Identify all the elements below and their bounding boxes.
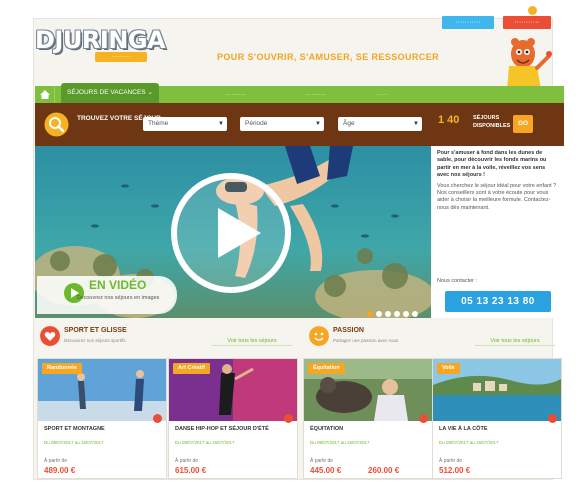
- carousel-dot[interactable]: [394, 311, 400, 317]
- hero-video[interactable]: EN VIDÉO Découvrez nos séjours en images: [35, 146, 431, 318]
- nav-item-3[interactable]: ··········: [305, 86, 327, 103]
- carousel-dots: [367, 311, 431, 317]
- search-bar: TROUVEZ VOTRE SÉJOUR Thème ▼ Période ▼ Â…: [35, 103, 564, 146]
- trip-card-dates: Du 09/07/2017 au 16/07/2017: [44, 440, 104, 445]
- trip-card[interactable]: Équitation ÉQUITATION Du 09/07/2017 au 1…: [303, 358, 433, 479]
- search-go-button[interactable]: GO: [513, 115, 533, 133]
- nav-item-2[interactable]: ··········: [225, 86, 247, 103]
- see-all-link[interactable]: Voir tous les séjours: [475, 336, 555, 346]
- logo[interactable]: DJURINGA ·········: [35, 26, 166, 66]
- select-period[interactable]: Période ▼: [240, 117, 324, 131]
- trip-card[interactable]: Randonnée SPORT ET MONTAGNE Du 09/07/201…: [37, 358, 167, 479]
- trip-card-title: LA VIE À LA CÔTE: [439, 426, 488, 432]
- trip-card-dates: Du 09/07/2017 au 15/07/2017: [310, 440, 370, 445]
- trip-card-price: 489.00 €: [44, 466, 76, 475]
- trip-card-dates: Du 09/07/2017 au 15/07/2017: [175, 440, 235, 445]
- trip-card-price: 512.00 €: [439, 466, 471, 475]
- trip-card-price: 615.00 €: [175, 466, 207, 475]
- logo-tag: ·········: [95, 52, 147, 62]
- carousel-dot[interactable]: [367, 311, 373, 317]
- trip-card-tag: Randonnée: [42, 363, 82, 374]
- phone-label: Nous contacter :: [437, 278, 478, 284]
- trip-card-price: 445.00 €: [310, 466, 342, 475]
- smiley-icon: [309, 326, 329, 346]
- trip-card-tag: Art Créatif: [173, 363, 210, 374]
- slogan: POUR S'OUVRIR, S'AMUSER, SE RESSOURCER: [217, 52, 440, 62]
- trip-card-from: À partir de: [175, 458, 199, 464]
- trip-card-from: À partir de: [44, 458, 68, 464]
- trip-card-from: À partir de: [439, 458, 463, 464]
- nav-item-4[interactable]: ······: [375, 86, 388, 103]
- nav-item-sejours[interactable]: SÉJOURS DE VACANCES ⌄: [61, 83, 159, 103]
- carousel-dot[interactable]: [376, 311, 382, 317]
- chevron-down-icon: ▼: [315, 121, 321, 127]
- select-theme-value: Thème: [148, 120, 169, 127]
- close-icon[interactable]: [528, 6, 537, 15]
- trip-card-title: ÉQUITATION: [310, 426, 344, 432]
- trip-card-tag: Équitation: [308, 363, 345, 374]
- main-nav: SÉJOURS DE VACANCES ⌄ ·········· ·······…: [35, 83, 564, 103]
- trip-card[interactable]: Voile LA VIE À LA CÔTE Du 09/07/2017 au …: [432, 358, 562, 479]
- select-age-value: Âge: [343, 120, 355, 127]
- carousel-dot[interactable]: [412, 311, 418, 317]
- see-all-link[interactable]: Voir tous les séjours: [212, 336, 292, 346]
- chevron-down-icon: ▼: [218, 121, 224, 127]
- trip-card-price-alt: 260.00 €: [368, 466, 400, 475]
- video-title: EN VIDÉO: [89, 278, 147, 292]
- video-badge[interactable]: EN VIDÉO Découvrez nos séjours en images: [37, 276, 177, 314]
- nav-home[interactable]: [35, 86, 55, 103]
- trip-card-title: DANSE HIP-HOP ET SÉJOUR D'ÉTÉ: [175, 426, 269, 432]
- logo-text: DJURINGA: [35, 26, 166, 54]
- home-icon: [40, 90, 50, 99]
- section-subtitle: Découvrez nos séjours sportifs: [64, 338, 126, 343]
- trip-card-from: À partir de: [310, 458, 334, 464]
- select-age[interactable]: Âge ▼: [338, 117, 422, 131]
- hero-side-lead: Pour s'amuser à fond dans les dunes de s…: [437, 150, 547, 179]
- trip-card-title: SPORT ET MONTAGNE: [44, 426, 105, 432]
- video-subtitle: Découvrez nos séjours en images: [76, 295, 160, 301]
- section-subtitle: Partagez une passion avec nous: [333, 338, 399, 343]
- favorite-icon[interactable]: [153, 414, 162, 423]
- section-header-sport: SPORT ET GLISSE Découvrez nos séjours sp…: [40, 322, 240, 352]
- favorite-icon[interactable]: [548, 414, 557, 423]
- select-theme[interactable]: Thème ▼: [143, 117, 227, 131]
- section-title: PASSION: [333, 327, 364, 334]
- top-red-button[interactable]: ···········: [503, 16, 551, 29]
- favorite-icon[interactable]: [419, 414, 428, 423]
- trip-card[interactable]: Art Créatif DANSE HIP-HOP ET SÉJOUR D'ÉT…: [168, 358, 298, 479]
- heart-icon: [40, 326, 60, 346]
- top-blue-button[interactable]: ···········: [442, 16, 494, 29]
- carousel-dot[interactable]: [403, 311, 409, 317]
- trip-card-dates: Du 09/07/2017 au 15/07/2017: [439, 440, 499, 445]
- results-count: 1 40: [438, 114, 460, 126]
- mascot-icon: [507, 38, 552, 90]
- chevron-down-icon: ▼: [413, 121, 419, 127]
- select-period-value: Période: [245, 120, 268, 127]
- hero-side-text: Vous cherchez le séjour idéal pour votre…: [437, 182, 557, 211]
- favorite-icon[interactable]: [284, 414, 293, 423]
- carousel-dot[interactable]: [385, 311, 391, 317]
- search-icon: [44, 112, 69, 137]
- trip-card-tag: Voile: [437, 363, 460, 374]
- phone-button[interactable]: 05 13 23 13 80: [445, 291, 551, 312]
- section-title: SPORT ET GLISSE: [64, 327, 127, 334]
